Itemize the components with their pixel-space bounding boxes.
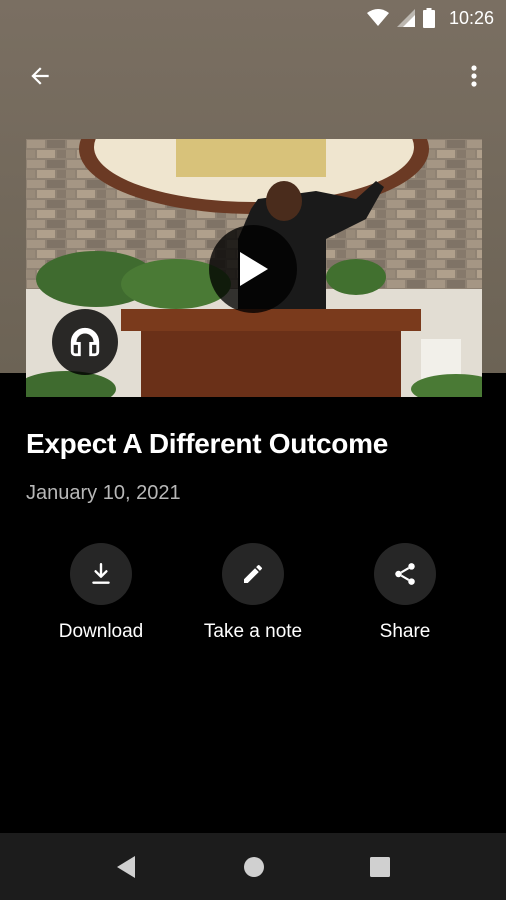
play-icon — [240, 252, 268, 286]
back-button[interactable] — [22, 58, 58, 94]
share-circle[interactable] — [374, 543, 436, 605]
system-nav-bar — [0, 833, 506, 900]
play-button[interactable] — [209, 225, 297, 313]
action-row: Download Take a note Share — [0, 543, 506, 653]
sermon-title: Expect A Different Outcome — [26, 428, 388, 459]
signal-icon — [396, 9, 415, 27]
wifi-icon — [366, 9, 389, 27]
nav-back-button[interactable] — [112, 853, 140, 881]
arrow-back-icon — [31, 67, 49, 85]
status-time: 10:26 — [448, 7, 494, 28]
audio-only-button[interactable] — [52, 309, 118, 375]
back-triangle-icon — [117, 856, 135, 878]
nav-home-button[interactable] — [240, 853, 268, 881]
take-note-button[interactable]: Take a note — [178, 543, 328, 643]
sermon-date: January 10, 2021 — [26, 482, 181, 504]
download-icon — [92, 563, 110, 584]
download-circle[interactable] — [70, 543, 132, 605]
take-note-circle[interactable] — [222, 543, 284, 605]
recents-square-icon — [370, 857, 390, 877]
download-label: Download — [58, 621, 144, 642]
headphones-icon — [70, 327, 100, 357]
battery-icon — [422, 8, 435, 28]
app-bar — [0, 48, 506, 100]
status-bar: 10:26 — [0, 0, 506, 36]
home-circle-icon — [244, 857, 264, 877]
more-options-button[interactable] — [456, 58, 492, 94]
share-icon — [395, 563, 415, 585]
take-note-label: Take a note — [203, 621, 303, 642]
video-thumbnail[interactable] — [26, 139, 482, 397]
more-vertical-icon — [471, 65, 477, 87]
share-label: Share — [379, 621, 431, 642]
pencil-icon — [244, 564, 263, 583]
nav-recents-button[interactable] — [366, 853, 394, 881]
download-button[interactable]: Download — [26, 543, 176, 643]
share-button[interactable]: Share — [330, 543, 480, 643]
